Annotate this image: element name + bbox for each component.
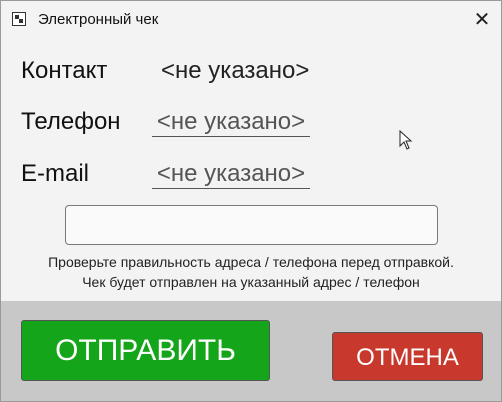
contact-label: Контакт (21, 57, 108, 84)
receipt-qr-icon (12, 12, 26, 26)
receipt-window: Электронный чек ✕ Контакт <не указано> Т… (0, 0, 502, 402)
email-value: <не указано> (156, 160, 306, 187)
cancel-button[interactable]: ОТМЕНА (332, 332, 483, 381)
send-button[interactable]: ОТПРАВИТЬ (21, 320, 270, 381)
email-label: E-mail (21, 160, 90, 187)
close-icon[interactable]: ✕ (463, 1, 501, 39)
window-title: Электронный чек (38, 11, 159, 28)
footer-bar: ОТПРАВИТЬ ОТМЕНА (1, 301, 501, 401)
contact-value: <не указано> (161, 57, 310, 84)
receipt-sent-note: Чек будет отправлен на указанный адрес /… (82, 274, 420, 290)
address-input[interactable] (65, 205, 438, 245)
mouse-pointer-icon (399, 130, 413, 150)
title-bar: Электронный чек ✕ (1, 1, 501, 39)
email-field[interactable]: <не указано> (152, 160, 310, 189)
check-address-note: Проверьте правильность адреса / телефона… (48, 254, 454, 270)
phone-field[interactable]: <не указано> (152, 108, 310, 137)
phone-label: Телефон (21, 108, 121, 135)
phone-value: <не указано> (156, 108, 306, 135)
